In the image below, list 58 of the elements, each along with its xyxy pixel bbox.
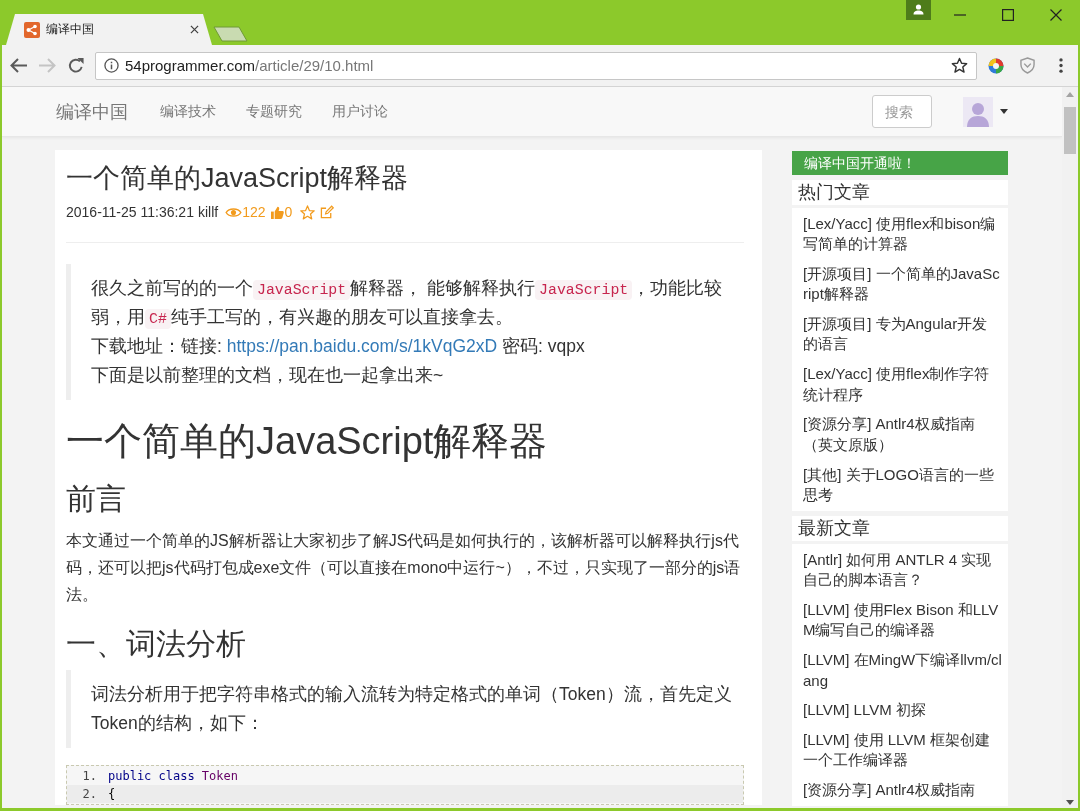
body-paragraph: 本文通过一个简单的JS解析器让大家初步了解JS代码是如何执行的，该解析器可以解释执行js代码，还可以把js代码打包成exe文件（可以直接在mono中运行~），不过，只实现了一部分的js语法。 <box>66 531 742 605</box>
article-link[interactable]: [开源项目] 一个简单的JavaScript解释器 <box>792 259 1008 310</box>
close-tab-icon[interactable] <box>190 25 199 34</box>
article-link[interactable]: [LLVM] LLVM 初探 <box>792 695 1008 726</box>
quote-paragraph: 下载地址：链接: https://pan.baidu.com/s/1kVqG2xD 密码: vqpx <box>91 335 586 358</box>
post-date: 2016-11-25 11:36:21 <box>66 203 194 222</box>
author-name[interactable]: killf <box>197 202 219 222</box>
search-field[interactable]: 搜索 <box>872 95 932 128</box>
view-count: 122 <box>242 203 266 222</box>
quote-paragraph: 下面是以前整理的文档，现在也一起拿出来~ <box>91 364 445 387</box>
sidebar-heading: 最新文章 <box>792 516 1008 542</box>
site-brand[interactable]: 编译中国 <box>56 99 128 124</box>
scroll-down-icon[interactable] <box>1066 800 1074 805</box>
article-link[interactable]: [Lex/Yacc] 使用flex制作字符统计程序 <box>792 359 1008 410</box>
line-number: 1. <box>81 768 97 785</box>
section-heading: 前言 <box>66 481 127 517</box>
announcement-banner: 编译中国开通啦！ <box>792 151 1008 175</box>
browser-tab[interactable]: 编译中国 <box>6 14 212 45</box>
maximize-icon[interactable] <box>1002 9 1014 21</box>
nav-link[interactable]: 用户讨论 <box>317 102 403 121</box>
nav-link[interactable]: 编译技术 <box>145 102 231 121</box>
download-link[interactable]: https://pan.baidu.com/s/1kVqG2xD <box>226 336 498 356</box>
sidebar-heading: 热门文章 <box>792 180 1008 205</box>
article-link[interactable]: [资源分享] Antlr4权威指南 <box>792 775 1008 806</box>
close-icon[interactable] <box>1050 9 1062 21</box>
eye-icon <box>225 206 243 218</box>
code-line: public class Token <box>108 768 238 785</box>
article-heading: 一个简单的JavaScript解释器 <box>66 419 549 463</box>
info-icon[interactable] <box>104 58 119 73</box>
reload-icon[interactable] <box>67 57 85 74</box>
thumbs-up-icon[interactable] <box>270 205 284 219</box>
like-count: 0 <box>284 203 293 222</box>
article-link[interactable]: [LLVM] 使用Flex Bison 和LLVM编写自己的编译器 <box>792 595 1008 646</box>
scrollbar-thumb[interactable] <box>1064 107 1076 154</box>
article-link[interactable]: [开源项目] 专为Angular开发的语言 <box>792 309 1008 360</box>
quote-paragraph: 很久之前写的的一个 JavaScript 解释器， 能够解释执行 JavaScript ，功能比较弱，用 C# 纯手工写的，有兴趣的朋友可以直接拿去。 <box>91 277 724 331</box>
star-outline-icon[interactable] <box>300 204 316 220</box>
article-link[interactable]: [其他] 关于LOGO语言的一些思考 <box>792 459 1008 511</box>
address-bar[interactable]: 54programmer.com/article/29/10.html <box>95 51 977 80</box>
article-link[interactable]: [LLVM] 在MingW下编译llvm/clang <box>792 645 1008 696</box>
profile-icon[interactable] <box>906 0 931 20</box>
article-link[interactable]: [资源分享] Antlr4权威指南（英文原版） <box>792 409 1008 460</box>
code-line: { <box>108 786 116 803</box>
line-number: 2. <box>81 786 97 803</box>
article-link[interactable]: [Lex/Yacc] 使用flex和bison编写简单的计算器 <box>792 209 1008 260</box>
site-favicon-icon <box>24 21 40 38</box>
section-heading: 一、词法分析 <box>66 626 247 662</box>
menu-icon[interactable] <box>1059 58 1063 73</box>
extension-ball-icon[interactable] <box>988 57 1004 74</box>
nav-link[interactable]: 专题研究 <box>231 102 317 121</box>
article-title: 一个简单的JavaScript解释器 <box>66 162 410 195</box>
article-link[interactable]: [Antlr] 如何用 ANTLR 4 实现自己的脚本语言？ <box>792 545 1008 596</box>
quote-paragraph: 词法分析用于把字符串格式的输入流转为特定格式的单词（Token）流，首先定义Token的结构，如下： <box>91 683 733 735</box>
caret-icon[interactable] <box>1000 109 1008 114</box>
shield-icon[interactable] <box>1020 57 1035 74</box>
bookmark-star-icon[interactable] <box>951 57 968 74</box>
back-icon[interactable] <box>10 57 28 74</box>
article-link[interactable]: [LLVM] 使用 LLVM 框架创建一个工作编译器 <box>792 725 1008 776</box>
